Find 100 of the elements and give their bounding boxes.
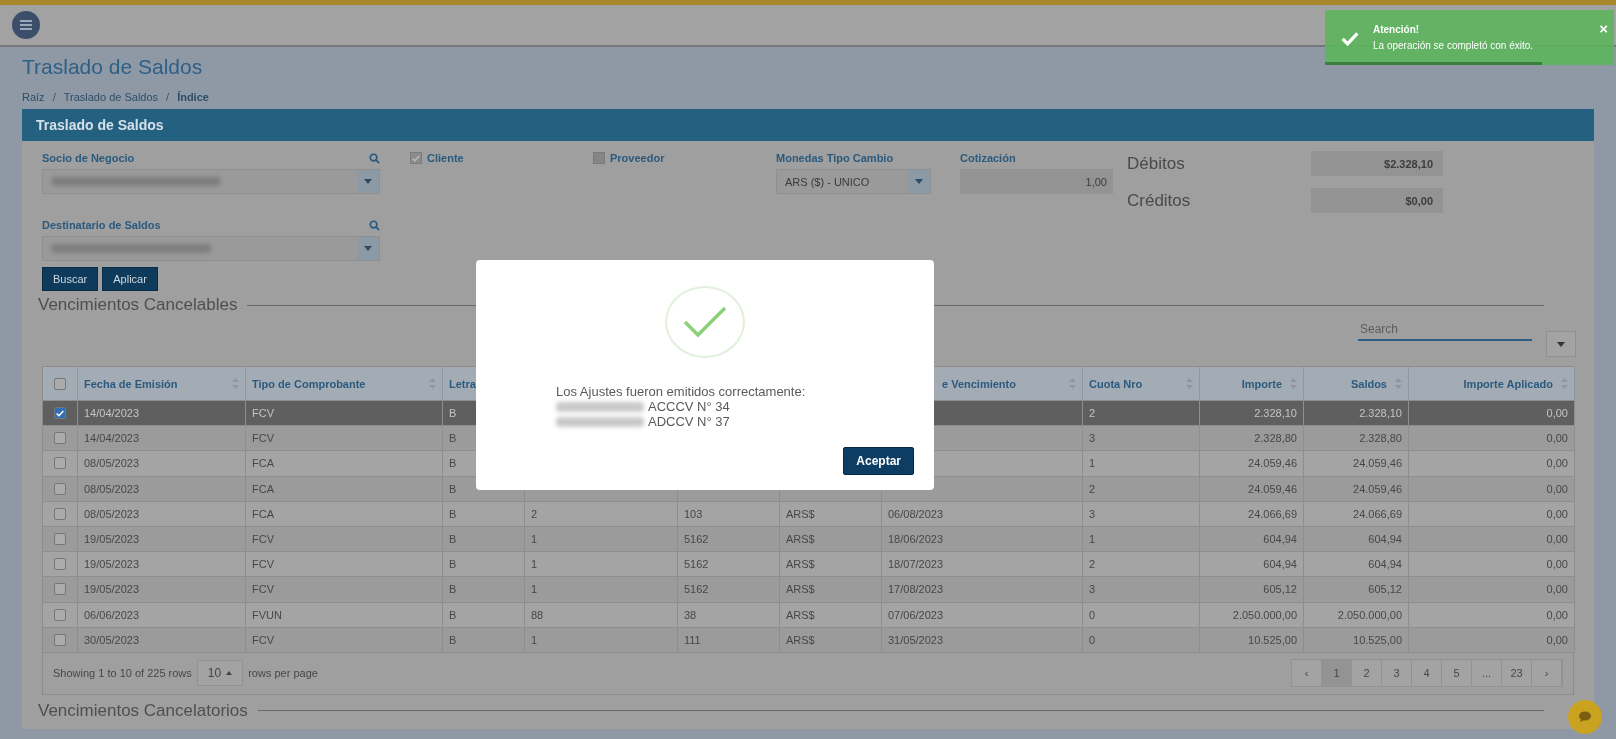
table-cell: 103 [678, 500, 780, 526]
checkbox[interactable] [54, 583, 66, 596]
table-cell: 2.328,10 [1200, 400, 1304, 426]
search-field[interactable]: Search [1358, 319, 1532, 341]
page-button[interactable]: › [1532, 660, 1562, 687]
checkbox-label: Proveedor [610, 152, 665, 164]
page-button[interactable]: ... [1472, 660, 1502, 687]
checkbox[interactable] [54, 608, 66, 621]
select-field[interactable] [42, 236, 380, 261]
menu-button[interactable] [12, 11, 40, 39]
table-cell: 2 [1083, 551, 1200, 577]
checkbox[interactable] [54, 533, 66, 546]
table-cell: 06/08/2023 [882, 500, 1083, 526]
table-cell: 07/06/2023 [882, 601, 1083, 627]
table-cell: FCV [246, 525, 443, 552]
page-button[interactable]: 1 [1322, 660, 1352, 687]
caret-icon [226, 671, 233, 676]
column-header[interactable]: Cuota Nro [1083, 367, 1200, 400]
table-cell: B [443, 601, 525, 627]
table-cell: ARS$ [780, 500, 882, 526]
page-button[interactable]: ‹ [1292, 660, 1322, 687]
field-label: Monedas Tipo Cambio [776, 152, 894, 164]
checkbox[interactable] [593, 152, 605, 164]
table-cell: 2.328,80 [1304, 425, 1409, 451]
accept-button[interactable]: Aceptar [843, 447, 914, 475]
field-label: Destinatario de Saldos [42, 219, 161, 231]
action-button[interactable]: Aplicar [102, 267, 158, 291]
table-cell: 5162 [678, 551, 780, 577]
dropdown-button[interactable] [1546, 331, 1576, 357]
section-title: Vencimientos Cancelatorios [38, 700, 248, 721]
table-cell: 5162 [678, 525, 780, 552]
column-header[interactable]: Importe [1200, 367, 1304, 400]
table-cell: 3 [1083, 500, 1200, 526]
table-cell: 06/06/2023 [78, 601, 246, 627]
table-cell: 14/04/2023 [78, 425, 246, 451]
search-icon[interactable] [369, 219, 380, 231]
table-cell: 0,00 [1409, 450, 1575, 476]
column-header[interactable]: Importe Aplicado [1409, 367, 1575, 400]
table-cell: 0,00 [1409, 626, 1575, 652]
table-cell: 2 [1083, 475, 1200, 501]
pagination-info: Showing 1 to 10 of 225 rows [53, 667, 192, 680]
column-header[interactable]: Saldos [1304, 367, 1409, 400]
table-cell: 88 [525, 601, 678, 627]
table-cell: B [443, 576, 525, 602]
select-field[interactable] [42, 169, 380, 194]
checkbox[interactable] [54, 377, 66, 390]
table-cell: FCV [246, 551, 443, 577]
page-button[interactable]: 3 [1382, 660, 1412, 687]
checkbox[interactable] [54, 558, 66, 571]
page-button[interactable]: 2 [1352, 660, 1382, 687]
page-button[interactable]: 5 [1442, 660, 1472, 687]
table-cell: 604,94 [1304, 551, 1409, 577]
chat-icon[interactable] [1568, 700, 1602, 734]
table-cell: 24.059,46 [1200, 450, 1304, 476]
table-cell: 08/05/2023 [78, 500, 246, 526]
breadcrumb-item[interactable]: Traslado de Saldos [63, 91, 159, 103]
table-cell: 604,94 [1304, 525, 1409, 552]
table-cell: 1 [1083, 450, 1200, 476]
checkbox[interactable] [54, 407, 66, 420]
checkbox[interactable] [54, 457, 66, 470]
column-header[interactable]: Tipo de Comprobante [246, 367, 443, 400]
toast-title: Atención! [1373, 24, 1421, 35]
table-cell: 605,12 [1304, 576, 1409, 602]
breadcrumb-separator: / [166, 91, 170, 103]
table-cell: 2.328,10 [1304, 400, 1409, 426]
checkbox[interactable] [54, 507, 66, 520]
table-cell: 24.059,46 [1200, 475, 1304, 501]
checkbox[interactable] [54, 633, 66, 646]
select-field[interactable]: ARS ($) - UNICO [776, 169, 931, 194]
table-cell: 38 [678, 601, 780, 627]
table-cell: 08/05/2023 [78, 475, 246, 501]
debits-label: Débitos [1127, 153, 1185, 174]
checkbox[interactable] [410, 152, 422, 164]
page-button[interactable]: 23 [1502, 660, 1532, 687]
table-cell: 30/05/2023 [78, 626, 246, 652]
caret-icon [915, 179, 923, 184]
field-label: Socio de Negocio [42, 152, 135, 164]
caret-icon [364, 246, 372, 251]
page-button[interactable]: 4 [1412, 660, 1442, 687]
number-field[interactable]: 1,00 [960, 169, 1113, 194]
table-cell: 19/05/2023 [78, 576, 246, 602]
checkbox[interactable] [54, 482, 66, 495]
table-cell: 0,00 [1409, 576, 1575, 602]
close-button[interactable]: × [1599, 20, 1608, 37]
page-size-button[interactable]: 10 [196, 660, 244, 687]
table-cell: 10.525,00 [1200, 626, 1304, 652]
table-cell: 31/05/2023 [882, 626, 1083, 652]
dialog-message: Los Ajustes fueron emitidos correctamente: [556, 384, 806, 399]
column-header[interactable]: Fecha de Emisión [78, 367, 246, 400]
table-cell: FCV [246, 626, 443, 652]
action-button[interactable]: Buscar [42, 267, 99, 291]
table-cell: ARS$ [780, 626, 882, 652]
table-cell: 1 [525, 551, 678, 577]
breadcrumb-item[interactable]: Raíz [22, 91, 45, 103]
table-cell: 24.059,46 [1304, 450, 1409, 476]
table-cell: 19/05/2023 [78, 525, 246, 552]
search-icon[interactable] [369, 152, 380, 164]
table-cell: 2.328,80 [1200, 425, 1304, 451]
checkbox[interactable] [54, 432, 66, 445]
table-cell: 1 [525, 525, 678, 552]
